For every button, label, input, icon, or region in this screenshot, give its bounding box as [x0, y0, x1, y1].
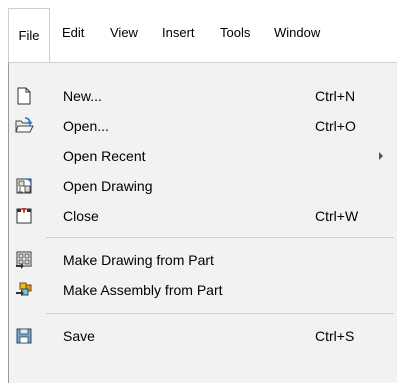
open-folder-icon [14, 116, 34, 136]
close-document-icon [14, 206, 34, 226]
menu-item-open-drawing[interactable]: Open Drawing [9, 171, 396, 201]
menu-item-shortcut: Ctrl+W [315, 208, 359, 224]
save-icon [14, 326, 34, 346]
menu-item-label: Open Drawing [63, 178, 153, 194]
menu-tools[interactable]: Tools [220, 25, 250, 41]
menu-file[interactable]: File [8, 8, 50, 62]
menu-bar: File Edit View Insert Tools Window [0, 0, 397, 62]
menu-item-open[interactable]: Open... Ctrl+O [9, 111, 396, 141]
menu-separator [46, 313, 394, 314]
menu-item-make-drawing[interactable]: Make Drawing from Part [9, 245, 396, 275]
open-drawing-icon [14, 176, 34, 196]
menu-view[interactable]: View [110, 25, 138, 41]
menu-item-label: Close [63, 208, 99, 224]
menu-item-label: Open... [63, 118, 109, 134]
menu-separator [46, 237, 394, 238]
menu-window[interactable]: Window [274, 25, 320, 41]
make-drawing-icon [14, 250, 34, 270]
menu-item-save[interactable]: Save Ctrl+S [9, 321, 396, 351]
menu-item-label: Open Recent [63, 148, 146, 164]
menu-edit[interactable]: Edit [62, 25, 84, 41]
menu-item-label: New... [63, 88, 102, 104]
file-menu-dropdown: New... Ctrl+N Open... Ctrl+O Open Recent [8, 62, 397, 383]
menu-item-new[interactable]: New... Ctrl+N [9, 81, 396, 111]
menu-item-make-assembly[interactable]: Make Assembly from Part [9, 275, 396, 305]
menu-item-shortcut: Ctrl+O [315, 118, 356, 134]
menu-item-label: Make Assembly from Part [63, 282, 223, 298]
new-document-icon [14, 86, 34, 106]
menu-item-shortcut: Ctrl+S [315, 328, 355, 344]
menu-item-label: Make Drawing from Part [63, 252, 214, 268]
menu-item-open-recent[interactable]: Open Recent [9, 141, 396, 171]
submenu-arrow-icon [379, 152, 383, 160]
make-assembly-icon [14, 280, 34, 300]
menu-insert[interactable]: Insert [162, 25, 195, 41]
menu-item-close[interactable]: Close Ctrl+W [9, 201, 396, 231]
menu-item-shortcut: Ctrl+N [315, 88, 356, 104]
menu-item-label: Save [63, 328, 95, 344]
